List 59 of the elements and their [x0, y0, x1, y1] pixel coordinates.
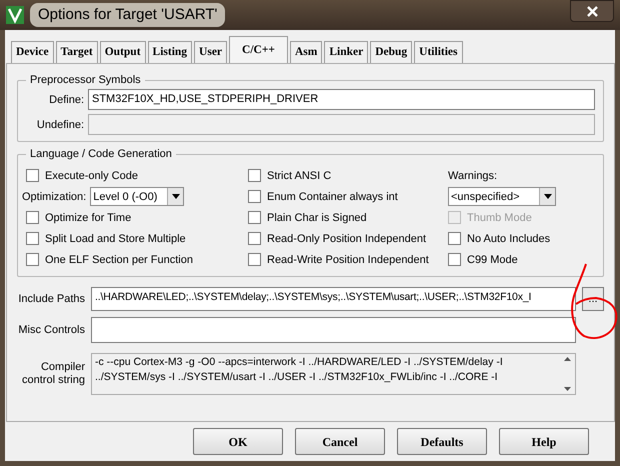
tab[interactable]: Output [100, 41, 146, 64]
tab[interactable]: C/C++ [229, 36, 288, 64]
app-logo-icon [6, 6, 24, 24]
field-label: Warnings: [448, 168, 498, 184]
scroll-down-icon[interactable] [564, 387, 570, 392]
close-button[interactable] [570, 0, 614, 22]
checkbox-label: Thumb Mode [467, 210, 532, 226]
field-label: Undefine: [36, 118, 84, 132]
dropdown[interactable]: <unspecified> [448, 187, 556, 206]
checkbox-label: One ELF Section per Function [45, 252, 193, 268]
checkbox-label: Read-Write Position Independent [267, 252, 429, 268]
checkbox[interactable] [26, 253, 39, 266]
checkbox-label: Strict ANSI C [267, 168, 332, 184]
close-icon [586, 6, 598, 16]
text-field[interactable]: ..\HARDWARE\LED;..\SYSTEM\delay;..\SYSTEM\sys;..\SYSTEM\usart;..\USER;..\STM32F10x_I [91, 287, 576, 312]
scroll-up-icon[interactable] [564, 357, 570, 362]
field-label: Include Paths [17, 292, 85, 306]
tab[interactable]: Debug [370, 41, 412, 64]
checkbox[interactable] [26, 169, 39, 182]
field-label: Optimization: [22, 190, 86, 204]
checkbox[interactable] [248, 169, 261, 182]
dropdown-arrow-icon [172, 194, 180, 200]
field-label: Compiler control string [21, 361, 85, 388]
checkbox-label: Split Load and Store Multiple [45, 232, 186, 246]
tab[interactable]: Listing [148, 41, 192, 64]
dialog-button[interactable]: Defaults [397, 428, 487, 455]
checkbox[interactable] [448, 232, 461, 246]
dialog-button[interactable]: OK [193, 428, 283, 455]
tab[interactable]: Linker [324, 41, 368, 64]
checkbox[interactable] [26, 211, 39, 224]
dialog-button[interactable]: Help [499, 428, 589, 455]
checkbox-label: Plain Char is Signed [267, 210, 367, 226]
checkbox-label: Read-Only Position Independent [267, 232, 426, 246]
dropdown-arrow-icon [544, 194, 552, 200]
browse-button[interactable]: ... [582, 287, 604, 312]
tab[interactable]: Utilities [414, 41, 462, 64]
checkbox[interactable] [248, 211, 261, 224]
checkbox-label: No Auto Includes [467, 232, 550, 246]
checkbox-label: C99 Mode [467, 252, 518, 268]
checkbox[interactable] [448, 253, 461, 266]
text-field[interactable]: STM32F10X_HD,USE_STDPERIPH_DRIVER [88, 89, 595, 110]
checkbox[interactable] [248, 232, 261, 246]
checkbox-label: Execute-only Code [45, 168, 138, 184]
dialog-button[interactable]: Cancel [295, 428, 385, 455]
tab[interactable]: Device [11, 41, 54, 64]
checkbox-label: Optimize for Time [45, 210, 132, 226]
checkbox[interactable] [26, 232, 39, 246]
tab[interactable]: User [194, 41, 228, 64]
checkbox-label: Enum Container always int [267, 190, 398, 204]
dropdown[interactable]: Level 0 (-O0) [90, 187, 184, 206]
checkbox[interactable] [248, 190, 261, 204]
text-field[interactable] [91, 317, 576, 344]
checkbox[interactable] [248, 253, 261, 266]
window-title: Options for Target 'USART' [30, 2, 226, 28]
field-label: Misc Controls [17, 324, 85, 337]
text-area: -c --cpu Cortex-M3 -g -O0 --apcs=interwork -I ../HARDWARE/LED -I ../SYSTEM/delay -I ../SYSTEM/sys -I ../SYSTEM/usart -I ../USER -I ../STM32F10x_FWLib/inc -I ../CORE -I [92, 354, 559, 394]
field-label: Define: [48, 92, 84, 108]
tab[interactable]: Target [56, 41, 98, 64]
tab[interactable]: Asm [290, 41, 322, 64]
